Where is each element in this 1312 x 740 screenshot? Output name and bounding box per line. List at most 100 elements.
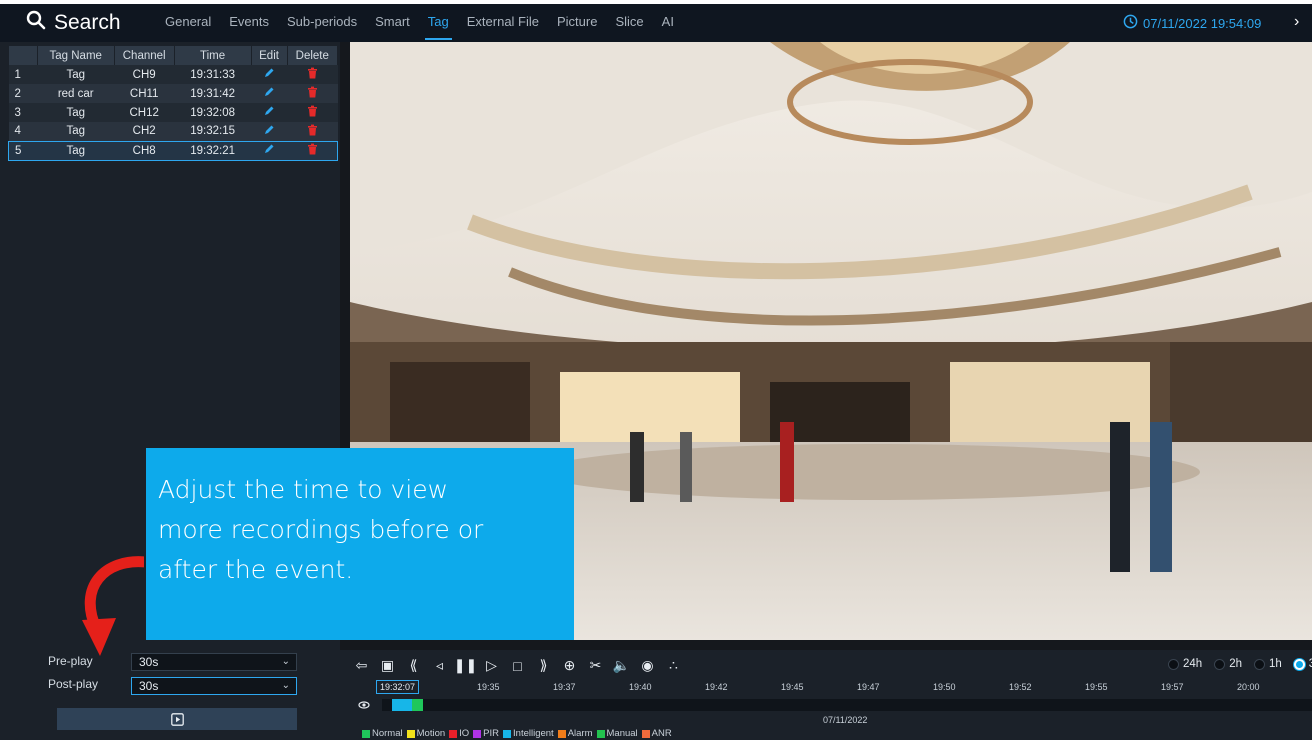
- edit-button[interactable]: [251, 122, 288, 141]
- fast-forward-icon[interactable]: ⟫: [534, 656, 553, 675]
- tab-tag[interactable]: Tag: [419, 4, 458, 42]
- legend-label: PIR: [483, 728, 500, 739]
- timeline-zoom-options: 24h 2h 1h 30: [1168, 658, 1312, 670]
- system-clock: 07/11/2022 19:54:09: [1123, 4, 1261, 42]
- table-row[interactable]: 4 Tag CH2 19:32:15: [8, 122, 338, 141]
- time-cell: 19:32:08: [174, 103, 252, 122]
- tab-smart[interactable]: Smart: [366, 4, 419, 42]
- trash-icon: [307, 86, 317, 98]
- tab-sub-periods[interactable]: Sub-periods: [278, 4, 366, 42]
- recording-segment-normal[interactable]: [412, 699, 423, 711]
- timeline-tick: 19:52: [1009, 682, 1032, 692]
- tag-name-cell: red car: [37, 84, 115, 103]
- legend-label: IO: [459, 728, 470, 739]
- tab-picture[interactable]: Picture: [548, 4, 606, 42]
- radio-icon: [1253, 658, 1265, 670]
- back-icon[interactable]: ⇦: [352, 656, 371, 675]
- fullscreen-icon[interactable]: ▣: [378, 656, 397, 675]
- audio-icon[interactable]: 🔈: [612, 656, 631, 675]
- delete-button[interactable]: [287, 65, 338, 84]
- rewind-icon[interactable]: ⟪: [404, 656, 423, 675]
- play-tag-button[interactable]: [57, 708, 297, 730]
- pencil-icon: [265, 144, 274, 153]
- zoom-option-30[interactable]: 30: [1293, 658, 1312, 670]
- delete-button[interactable]: [287, 140, 339, 161]
- pause-icon[interactable]: ❚❚: [454, 656, 477, 675]
- clip-icon[interactable]: ✂: [586, 656, 605, 675]
- row-number: 5: [8, 140, 38, 161]
- legend-label: Manual: [606, 728, 638, 739]
- callout-line-3: after the event.: [158, 555, 354, 584]
- eye-icon[interactable]: [358, 699, 370, 711]
- legend-item: Manual: [596, 728, 638, 739]
- play-icon: [170, 712, 184, 726]
- legend-label: Intelligent: [513, 728, 554, 739]
- tab-slice[interactable]: Slice: [606, 4, 652, 42]
- tab-external-file[interactable]: External File: [458, 4, 548, 42]
- legend-item: Normal: [362, 728, 403, 739]
- reverse-play-icon[interactable]: ◃: [430, 656, 449, 675]
- legend-swatch: [362, 729, 370, 738]
- legend-swatch: [473, 729, 482, 738]
- timeline-tick: 19:45: [781, 682, 804, 692]
- close-icon[interactable]: ›: [1294, 13, 1299, 31]
- trash-icon: [307, 124, 317, 136]
- delete-button[interactable]: [287, 122, 338, 141]
- legend-swatch: [596, 729, 605, 738]
- zoom-label: 1h: [1268, 658, 1282, 670]
- table-row[interactable]: 3 Tag CH12 19:32:08: [8, 103, 338, 122]
- snapshot-icon[interactable]: ◉: [638, 656, 657, 675]
- tag-name-cell: Tag: [37, 65, 115, 84]
- stop-icon[interactable]: □: [508, 656, 527, 675]
- channel-cell: CH8: [114, 140, 175, 161]
- timeline-tick: 19:40: [629, 682, 652, 692]
- pencil-icon: [265, 125, 274, 134]
- tab-ai[interactable]: AI: [653, 4, 683, 42]
- column-header-tag-name: Tag Name: [37, 46, 115, 65]
- legend-item: PIR: [473, 728, 499, 739]
- delete-button[interactable]: [287, 103, 338, 122]
- channel-cell: CH11: [114, 84, 175, 103]
- zoom-label: 2h: [1229, 658, 1242, 670]
- column-header-channel: Channel: [114, 46, 175, 65]
- timeline-date: 07/11/2022: [823, 715, 868, 725]
- column-header-time: Time: [174, 46, 252, 65]
- tag-add-icon[interactable]: ∴: [664, 656, 683, 675]
- edit-button[interactable]: [251, 140, 288, 161]
- timeline-track[interactable]: [382, 699, 1312, 711]
- legend-label: Alarm: [567, 728, 593, 739]
- trash-icon: [307, 67, 317, 79]
- pre-play-select[interactable]: 30s ⌄: [131, 653, 297, 671]
- zoom-option-24h[interactable]: 24h: [1168, 658, 1202, 670]
- edit-button[interactable]: [251, 103, 288, 122]
- timeline-tick: 19:47: [857, 682, 880, 692]
- channel-cell: CH2: [114, 122, 175, 141]
- table-row[interactable]: 2 red car CH11 19:31:42: [8, 84, 338, 103]
- zoom-option-1h[interactable]: 1h: [1253, 658, 1282, 670]
- tag-table: Tag Name Channel Time Edit Delete 1 Tag …: [8, 46, 339, 161]
- legend-item: IO: [449, 728, 469, 739]
- page-title: Search: [26, 10, 121, 36]
- zoom-option-2h[interactable]: 2h: [1214, 658, 1242, 670]
- table-row[interactable]: 1 Tag CH9 19:31:33: [8, 65, 338, 84]
- legend-swatch: [557, 729, 566, 738]
- legend-label: Normal: [372, 728, 403, 739]
- legend-item: Motion: [406, 728, 445, 739]
- timeline[interactable]: 19:32:07 19:35 19:37 19:40 19:42 19:45 1…: [340, 678, 1312, 740]
- tab-events[interactable]: Events: [220, 4, 278, 42]
- timeline-tick: 19:50: [933, 682, 956, 692]
- edit-button[interactable]: [251, 65, 288, 84]
- table-row-selected[interactable]: 5 Tag CH8 19:32:21: [8, 140, 339, 161]
- zoom-in-icon[interactable]: ⊕: [560, 656, 579, 675]
- recording-segment-intelligent[interactable]: [392, 699, 412, 711]
- delete-button[interactable]: [287, 84, 338, 103]
- tip-callout: Adjust the time to view more recordings …: [146, 448, 574, 640]
- pencil-icon: [265, 87, 274, 96]
- trash-icon: [307, 105, 317, 117]
- playback-toolbar: ⇦ ▣ ⟪ ◃ ❚❚ ▷ □ ⟫ ⊕ ✂ 🔈 ◉ ∴: [352, 656, 683, 675]
- tab-general[interactable]: General: [156, 4, 220, 42]
- edit-button[interactable]: [251, 84, 288, 103]
- row-number: 2: [8, 84, 38, 103]
- post-play-select[interactable]: 30s ⌄: [131, 677, 297, 695]
- step-icon[interactable]: ▷: [482, 656, 501, 675]
